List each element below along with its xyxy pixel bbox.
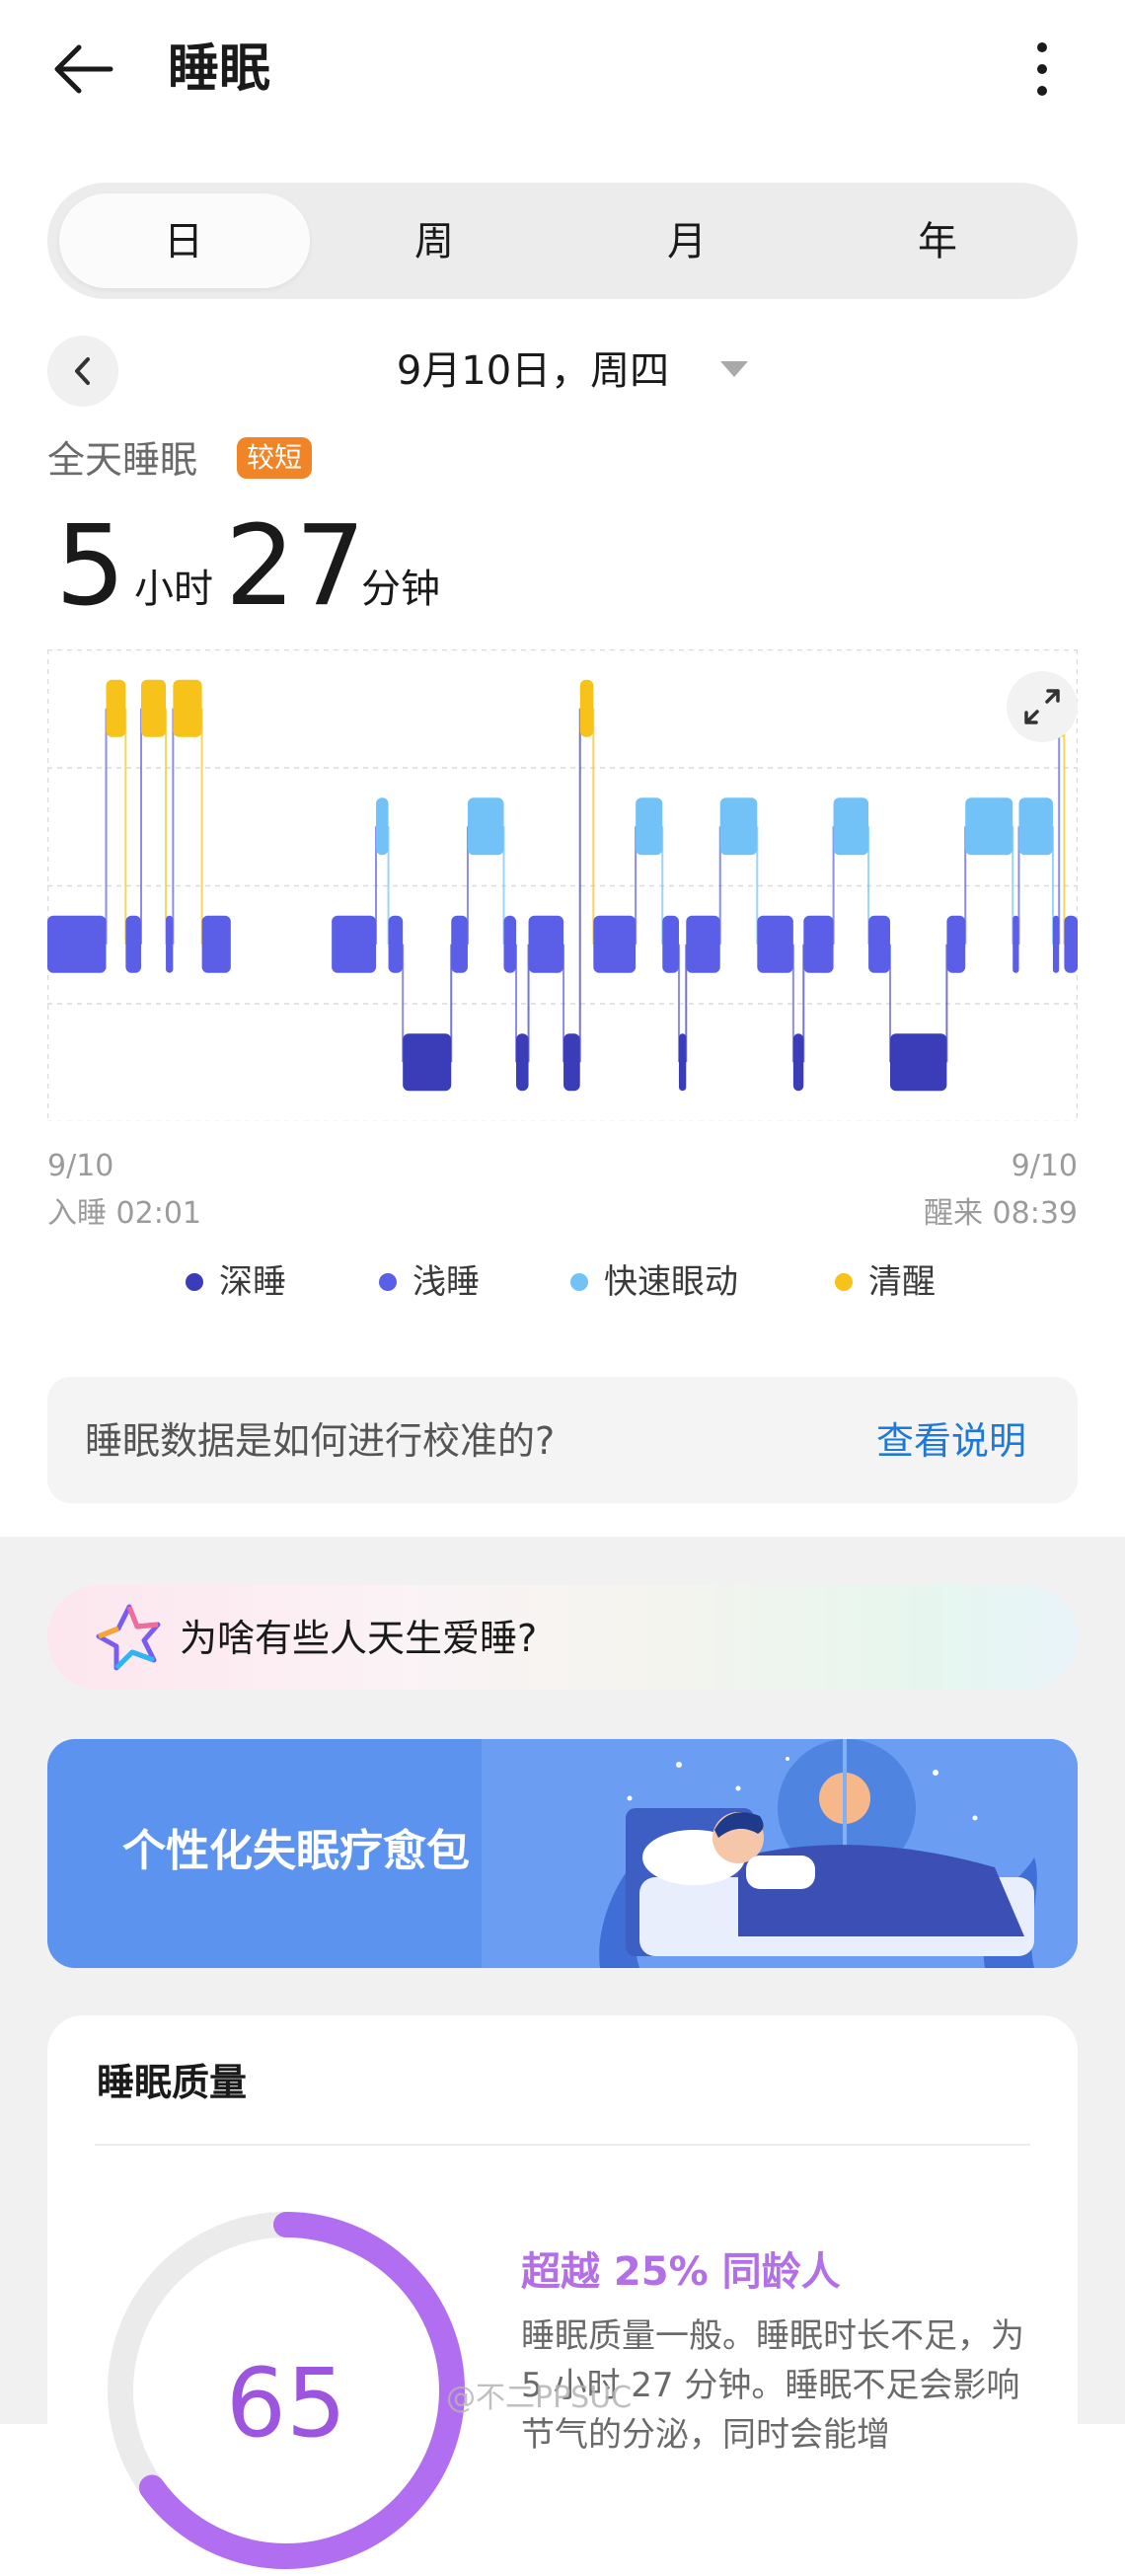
quality-score: 65	[225, 2348, 347, 2459]
legend-awake-dot	[835, 1273, 853, 1291]
sleep-quality-title: 睡眠质量	[97, 2061, 248, 2104]
sleep-stage-bar	[593, 915, 637, 973]
expand-icon	[1024, 689, 1060, 724]
chevron-left-icon	[75, 357, 90, 385]
back-arrow-icon[interactable]	[49, 39, 116, 99]
ai-question-text: 为啥有些人天生爱睡?	[180, 1617, 538, 1660]
sleep-stage-bar	[792, 1033, 804, 1092]
date-dropdown-icon[interactable]	[720, 361, 748, 377]
legend-rem-dot	[570, 1273, 588, 1291]
expand-chart-button[interactable]	[1007, 671, 1078, 742]
tab-day[interactable]: 日	[95, 202, 272, 281]
banner-title: 个性化失眠疗愈包	[122, 1826, 470, 1876]
legend-light-label: 浅睡	[412, 1262, 480, 1302]
sleep-stage-bar	[719, 797, 758, 856]
page-title: 睡眠	[168, 39, 271, 99]
sleep-stage-bar	[201, 915, 231, 973]
sleep-stage-bar	[376, 797, 389, 856]
sleep-stage-bar	[166, 915, 174, 973]
hours-unit: 小时	[134, 567, 213, 612]
legend-awake-label: 清醒	[868, 1262, 936, 1302]
sleep-stage-bar	[686, 915, 720, 973]
sleep-stage-bar	[579, 679, 594, 737]
sleep-stage-bar	[1018, 797, 1053, 856]
sleep-stage-bar	[636, 797, 663, 856]
sleep-stage-bar	[1052, 915, 1060, 973]
chart-end-date: 9/10	[1011, 1149, 1078, 1183]
sleep-stage-bar	[946, 915, 966, 973]
sleep-stage-bar	[1064, 915, 1078, 973]
tab-month[interactable]: 月	[598, 202, 776, 281]
sleep-stage-bar	[332, 915, 377, 973]
watermark-text: @不二PPSUC	[446, 2381, 633, 2415]
sleep-stage-bar	[173, 679, 202, 737]
all-day-sleep-label: 全天睡眠	[47, 438, 198, 482]
date-label[interactable]: 9月10日，周四	[326, 341, 740, 402]
sleep-stage-bar	[662, 915, 679, 973]
sleep-stage-bar	[47, 915, 107, 973]
legend-light-dot	[379, 1273, 397, 1291]
previous-day-button[interactable]	[47, 336, 118, 407]
legend-deep-label: 深睡	[219, 1262, 286, 1302]
sleep-stage-bar	[833, 797, 869, 856]
chart-start-date: 9/10	[47, 1149, 114, 1183]
calibration-question: 睡眠数据是如何进行校准的?	[85, 1419, 556, 1463]
view-explanation-link[interactable]: 查看说明	[876, 1413, 1026, 1469]
duration-status-badge: 较短	[237, 437, 313, 479]
sleep-stage-bar	[125, 915, 142, 973]
sleep-hours: 5	[55, 502, 126, 631]
sleep-stage-bar	[141, 679, 167, 737]
peer-comparison: 超越 25% 同龄人	[521, 2249, 841, 2295]
legend-deep-dot	[186, 1273, 203, 1291]
sleep-minutes: 27	[225, 502, 366, 631]
sleep-stage-bar	[868, 915, 890, 973]
sleep-stage-chart[interactable]	[47, 649, 1078, 1121]
sleep-stage-bar	[1012, 915, 1019, 973]
sleep-stage-bar	[451, 915, 468, 973]
sleep-stage-bar	[889, 1033, 947, 1092]
sleep-stage-bar	[503, 915, 517, 973]
sleep-stage-bar	[403, 1033, 452, 1092]
sleep-stage-bar	[106, 679, 126, 737]
chart-end-time: 醒来 08:39	[924, 1196, 1078, 1231]
sleep-stage-bar	[467, 797, 504, 856]
sleep-stage-bar	[563, 1033, 580, 1092]
sleep-stage-bar	[528, 915, 564, 973]
sleep-stage-bar	[678, 1033, 687, 1092]
more-options-icon[interactable]	[1026, 39, 1058, 99]
sleep-stage-bar	[965, 797, 1013, 856]
chart-start-time: 入睡 02:01	[47, 1196, 201, 1231]
legend-rem-label: 快速眼动	[604, 1262, 738, 1302]
sleep-stage-bar	[803, 915, 834, 973]
sleep-stage-bar	[757, 915, 793, 973]
tab-week[interactable]: 周	[345, 202, 523, 281]
sleep-stage-bar	[388, 915, 404, 973]
card-divider	[95, 2144, 1030, 2146]
sleep-stage-bar	[516, 1033, 529, 1092]
tab-year[interactable]: 年	[849, 202, 1026, 281]
ai-assistant-icon	[96, 1604, 161, 1671]
minutes-unit: 分钟	[361, 567, 440, 612]
